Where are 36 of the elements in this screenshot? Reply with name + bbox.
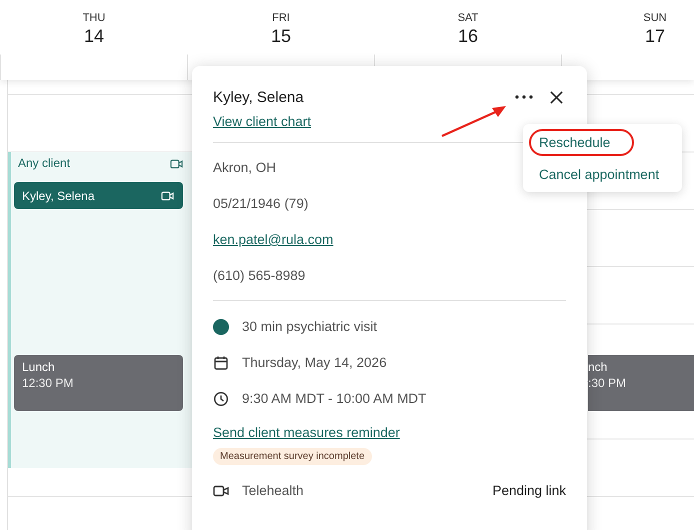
menu-item[interactable]: Cancel appointment <box>529 161 670 188</box>
close-icon[interactable] <box>550 90 563 104</box>
client-detail: (610) 565-8989 <box>213 267 306 285</box>
date-number: 16 <box>458 25 478 47</box>
more-icon[interactable] <box>514 95 534 99</box>
appointment-detail: Thursday, May 14, 2026 <box>242 355 387 370</box>
client-name: Kyley, Selena <box>213 88 305 106</box>
appointment-event[interactable]: Kyley, Selena <box>14 182 183 209</box>
event-title: Kyley, Selena <box>22 188 94 202</box>
appointment-detail: 30 min psychiatric visit <box>242 319 378 334</box>
menu-item[interactable]: Reschedule <box>529 129 634 156</box>
date-number: 17 <box>644 25 666 47</box>
client-chart-link[interactable]: View client chart <box>213 114 312 129</box>
date-number: 14 <box>84 25 104 47</box>
weekday-label: SUN <box>643 12 667 25</box>
event-time: :30 PM <box>588 375 626 391</box>
lunch-event[interactable]: nch :30 PM <box>588 355 694 411</box>
survey-status-badge: Measurement survey incomplete <box>213 448 372 465</box>
event-title: nch <box>588 359 608 375</box>
weekday-label: THU <box>82 12 106 25</box>
event-title: Lunch <box>22 359 55 375</box>
weekday-label: FRI <box>272 12 290 25</box>
weekday-label: SAT <box>458 12 478 25</box>
date-number: 15 <box>270 25 292 47</box>
telehealth-label: Telehealth <box>242 483 304 498</box>
event-time: 12:30 PM <box>22 375 74 391</box>
client-detail: 05/21/1946 (79) <box>213 195 308 213</box>
event-title: Any client <box>18 156 70 170</box>
email-link[interactable]: ken.patel@rula.com <box>213 229 334 250</box>
reminder-link[interactable]: Send client measures reminder <box>213 425 400 440</box>
client-detail: Akron, OH <box>213 159 276 177</box>
link-status: Pending link <box>492 483 566 498</box>
appointment-detail: 9:30 AM MDT - 10:00 AM MDT <box>242 391 426 406</box>
clock-icon <box>213 390 229 406</box>
calendar-icon <box>213 354 229 370</box>
lunch-event[interactable]: Lunch 12:30 PM <box>14 355 183 411</box>
